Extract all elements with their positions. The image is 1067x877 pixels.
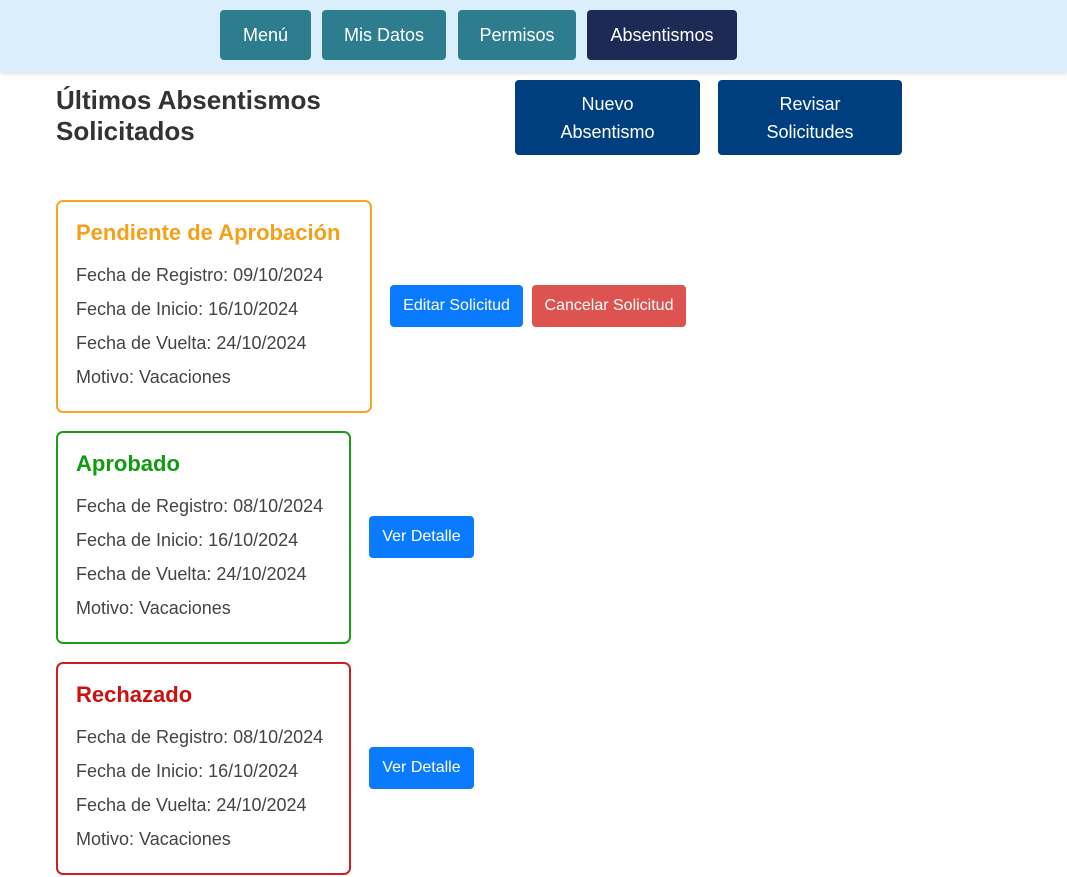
start-date: Fecha de Inicio: 16/10/2024 xyxy=(76,530,299,550)
review-requests-label-line2: Solicitudes xyxy=(766,121,854,142)
return-date: Fecha de Vuelta: 24/10/2024 xyxy=(76,333,307,353)
page-title: Últimos Absentismos Solicitados xyxy=(56,85,321,146)
new-absence-button[interactable]: Nuevo Absentismo xyxy=(515,80,700,155)
new-absence-label-line2: Absentismo xyxy=(560,121,655,142)
new-absence-label-line1: Nuevo xyxy=(581,93,634,114)
view-detail-button-rejected[interactable]: Ver Detalle xyxy=(369,747,474,789)
registration-date: Fecha de Registro: 08/10/2024 xyxy=(76,496,324,516)
cancel-request-button[interactable]: Cancelar Solicitud xyxy=(532,285,686,327)
reason: Motivo: Vacaciones xyxy=(76,367,231,387)
nav-mis-datos-button[interactable]: Mis Datos xyxy=(322,10,446,60)
nav-menu-button[interactable]: Menú xyxy=(220,10,311,60)
start-date: Fecha de Inicio: 16/10/2024 xyxy=(76,299,299,319)
review-requests-label-line1: Revisar xyxy=(779,93,841,114)
reason: Motivo: Vacaciones xyxy=(76,598,231,618)
registration-date: Fecha de Registro: 08/10/2024 xyxy=(76,727,324,747)
request-card-rejected: Rechazado Fecha de Registro: 08/10/2024 … xyxy=(56,662,351,875)
registration-date: Fecha de Registro: 09/10/2024 xyxy=(76,265,324,285)
return-date: Fecha de Vuelta: 24/10/2024 xyxy=(76,795,307,815)
start-date: Fecha de Inicio: 16/10/2024 xyxy=(76,761,299,781)
view-detail-button-approved[interactable]: Ver Detalle xyxy=(369,516,474,558)
request-card-approved: Aprobado Fecha de Registro: 08/10/2024 F… xyxy=(56,431,351,644)
review-requests-button[interactable]: Revisar Solicitudes xyxy=(718,80,902,155)
request-card-pending: Pendiente de Aprobación Fecha de Registr… xyxy=(56,200,372,413)
nav-absentismos-button[interactable]: Absentismos xyxy=(587,10,737,60)
nav-permisos-button[interactable]: Permisos xyxy=(458,10,576,60)
return-date: Fecha de Vuelta: 24/10/2024 xyxy=(76,564,307,584)
reason: Motivo: Vacaciones xyxy=(76,829,231,849)
top-navigation-bar: Menú Mis Datos Permisos Absentismos xyxy=(0,0,1067,72)
status-approved-label: Aprobado xyxy=(76,451,180,476)
status-rejected-label: Rechazado xyxy=(76,682,193,707)
edit-request-button[interactable]: Editar Solicitud xyxy=(390,285,523,327)
status-pending-label: Pendiente de Aprobación xyxy=(76,220,341,245)
